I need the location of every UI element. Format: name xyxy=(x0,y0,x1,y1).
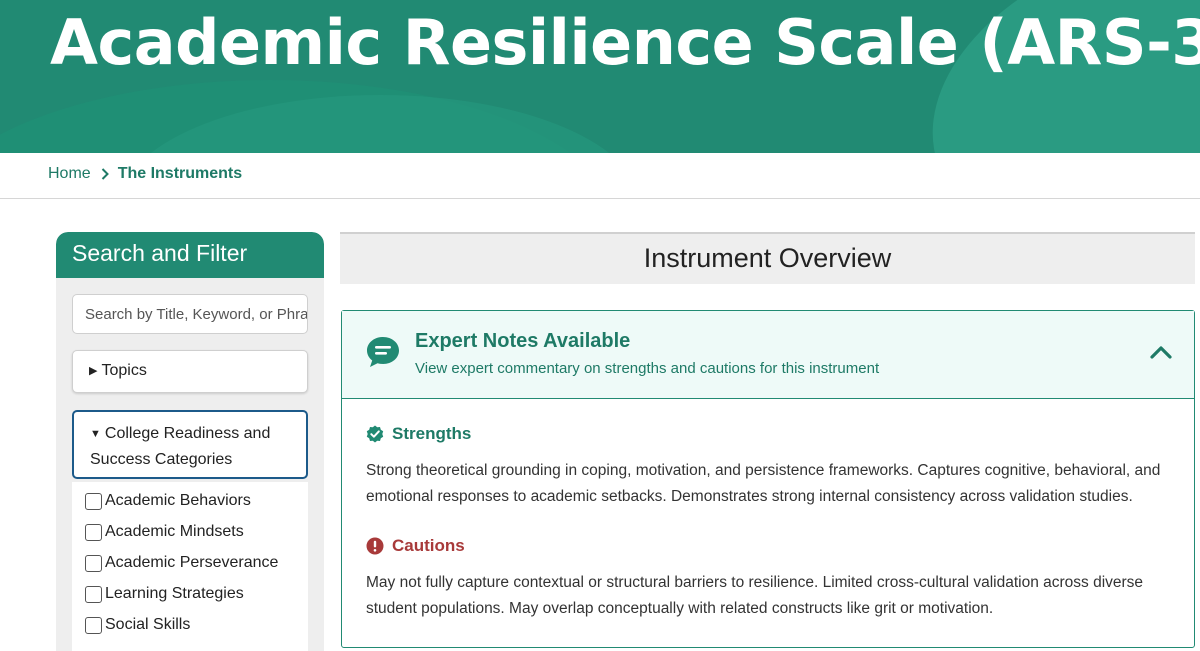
breadcrumb-home-link[interactable]: Home xyxy=(48,165,91,183)
checkbox-learning-strategies[interactable]: Learning Strategies xyxy=(85,585,244,603)
expert-notes-panel: Expert Notes Available View expert comme… xyxy=(341,310,1195,648)
checkbox-label: Social Skills xyxy=(105,616,191,633)
college-readiness-label: College Readiness and Success Categories xyxy=(90,425,271,468)
instrument-overview-heading: Instrument Overview xyxy=(340,232,1195,284)
chat-bubble-icon xyxy=(366,336,400,373)
checkbox-social-skills[interactable]: Social Skills xyxy=(85,616,190,634)
checkbox-label: Academic Mindsets xyxy=(105,523,244,540)
checkbox[interactable] xyxy=(85,554,102,572)
cautions-heading: Cautions xyxy=(366,536,465,556)
search-filter-sidebar: Search and Filter Search by Title, Keywo… xyxy=(56,232,324,651)
check-badge-icon xyxy=(366,425,384,443)
checkbox-label: Academic Behaviors xyxy=(105,492,251,509)
checkbox[interactable] xyxy=(85,585,102,603)
divider xyxy=(0,198,1200,199)
triangle-down-icon: ▼ xyxy=(90,428,101,440)
page-title: Academic Resilience Scale (ARS-30) xyxy=(50,6,1200,79)
checkbox-academic-perseverance[interactable]: Academic Perseverance xyxy=(85,554,278,572)
expert-notes-title: Expert Notes Available xyxy=(415,330,631,352)
chevron-up-icon[interactable] xyxy=(1150,345,1172,364)
expert-notes-toggle[interactable]: Expert Notes Available View expert comme… xyxy=(342,311,1194,399)
chevron-right-icon xyxy=(101,168,109,180)
topics-label: Topics xyxy=(101,362,147,379)
checkbox[interactable] xyxy=(85,492,102,510)
strengths-heading: Strengths xyxy=(366,424,471,444)
strengths-title: Strengths xyxy=(392,424,472,443)
checkbox[interactable] xyxy=(85,523,102,541)
exclamation-circle-icon xyxy=(366,537,384,555)
triangle-right-icon: ▶ xyxy=(89,365,98,377)
college-readiness-accordion[interactable]: ▼ College Readiness and Success Categorie… xyxy=(72,410,308,479)
checkbox-label: Learning Strategies xyxy=(105,585,244,602)
cautions-text: May not fully capture contextual or stru… xyxy=(366,574,1144,617)
checkbox-academic-mindsets[interactable]: Academic Mindsets xyxy=(85,523,244,541)
hero-banner: Academic Resilience Scale (ARS-30) xyxy=(0,0,1200,153)
cautions-title: Cautions xyxy=(392,536,465,555)
breadcrumb-current[interactable]: The Instruments xyxy=(118,165,242,183)
checkbox[interactable] xyxy=(85,616,102,634)
strengths-text: Strong theoretical grounding in coping, … xyxy=(366,462,1161,505)
checkbox-label: Academic Perseverance xyxy=(105,554,279,571)
checkbox-academic-behaviors[interactable]: Academic Behaviors xyxy=(85,492,251,510)
sidebar-title: Search and Filter xyxy=(56,232,324,278)
topics-accordion[interactable]: ▶ Topics xyxy=(72,350,308,393)
breadcrumb: Home The Instruments xyxy=(48,165,242,183)
expert-notes-subtitle: View expert commentary on strengths and … xyxy=(415,360,880,377)
search-input[interactable]: Search by Title, Keyword, or Phrase xyxy=(72,294,308,334)
category-checkbox-list: Academic Behaviors Academic Mindsets Aca… xyxy=(72,482,308,651)
